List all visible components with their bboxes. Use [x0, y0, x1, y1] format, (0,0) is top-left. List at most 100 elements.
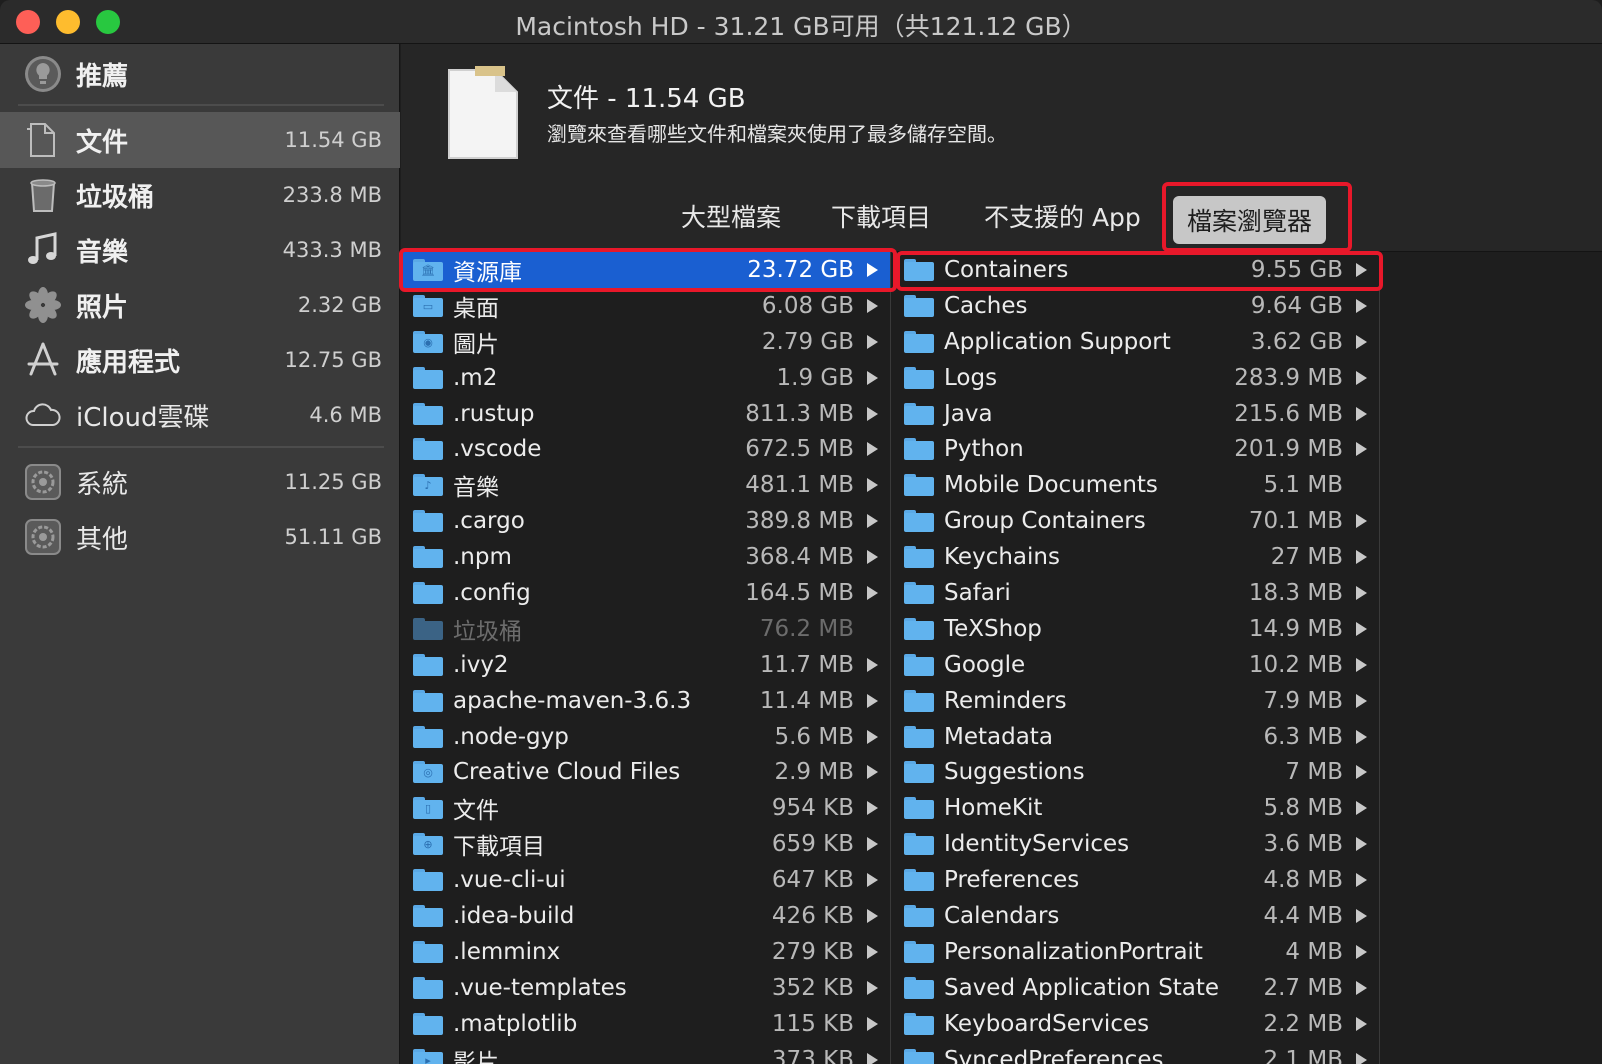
disclosure-arrow-icon[interactable] — [1356, 765, 1367, 780]
disclosure-arrow-icon[interactable] — [1356, 442, 1367, 457]
list-item[interactable]: 🏛 資源庫 23.72 GB — [401, 252, 890, 288]
list-item[interactable]: .npm 368.4 MB — [401, 539, 890, 575]
disclosure-arrow-icon[interactable] — [867, 873, 878, 888]
disclosure-arrow-icon[interactable] — [867, 334, 878, 349]
disclosure-arrow-icon[interactable] — [1356, 873, 1367, 888]
list-item[interactable]: apache-maven-3.6.3 11.4 MB — [401, 683, 890, 719]
sidebar-item-music[interactable]: 音樂 433.3 MB — [0, 222, 400, 278]
disclosure-arrow-icon[interactable] — [1356, 334, 1367, 349]
list-item[interactable]: Metadata 6.3 MB — [892, 719, 1379, 755]
list-item[interactable]: .rustup 811.3 MB — [401, 396, 890, 432]
list-item[interactable]: PersonalizationPortrait 4 MB — [892, 934, 1379, 970]
disclosure-arrow-icon[interactable] — [867, 514, 878, 529]
disclosure-arrow-icon[interactable] — [1356, 406, 1367, 421]
disclosure-arrow-icon[interactable] — [1356, 1016, 1367, 1031]
list-item[interactable]: Preferences 4.8 MB — [892, 862, 1379, 898]
list-item[interactable]: Containers 9.55 GB — [892, 252, 1379, 288]
disclosure-arrow-icon[interactable] — [867, 837, 878, 852]
disclosure-arrow-icon[interactable] — [1356, 729, 1367, 744]
disclosure-arrow-icon[interactable] — [867, 1016, 878, 1031]
disclosure-arrow-icon[interactable] — [1356, 944, 1367, 959]
disclosure-arrow-icon[interactable] — [1356, 837, 1367, 852]
list-item[interactable]: .vscode 672.5 MB — [401, 431, 890, 467]
tab-downloads[interactable]: 下載項目 — [831, 198, 931, 234]
list-item[interactable]: Mobile Documents 5.1 MB — [892, 467, 1379, 503]
list-item[interactable]: Calendars 4.4 MB — [892, 898, 1379, 934]
list-item[interactable]: ♪ 音樂 481.1 MB — [401, 467, 890, 503]
list-item[interactable]: Java 215.6 MB — [892, 396, 1379, 432]
disclosure-arrow-icon[interactable] — [867, 586, 878, 601]
list-item[interactable]: ▸ 影片 373 KB — [401, 1042, 890, 1064]
disclosure-arrow-icon[interactable] — [867, 944, 878, 959]
list-item[interactable]: .idea-build 426 KB — [401, 898, 890, 934]
list-item[interactable]: Saved Application State 2.7 MB — [892, 970, 1379, 1006]
disclosure-arrow-icon[interactable] — [1356, 550, 1367, 565]
disclosure-arrow-icon[interactable] — [867, 657, 878, 672]
list-item[interactable]: .m2 1.9 GB — [401, 360, 890, 396]
list-item[interactable]: 垃圾桶 76.2 MB — [401, 611, 890, 647]
list-item[interactable]: Caches 9.64 GB — [892, 288, 1379, 324]
list-item[interactable]: .config 164.5 MB — [401, 575, 890, 611]
sidebar-item-icloud-drive[interactable]: iCloud雲碟 4.6 MB — [0, 387, 400, 443]
tab-large-files[interactable]: 大型檔案 — [681, 198, 781, 234]
list-item[interactable]: .ivy2 11.7 MB — [401, 647, 890, 683]
list-item[interactable]: ◉ 圖片 2.79 GB — [401, 324, 890, 360]
disclosure-arrow-icon[interactable] — [867, 370, 878, 385]
list-item[interactable]: Safari 18.3 MB — [892, 575, 1379, 611]
disclosure-arrow-icon[interactable] — [867, 442, 878, 457]
file-browser-column-2[interactable]: Containers 9.55 GB Caches 9.64 GB Applicatio… — [892, 252, 1380, 1064]
disclosure-arrow-icon[interactable] — [1356, 801, 1367, 816]
list-item[interactable]: .vue-cli-ui 647 KB — [401, 862, 890, 898]
disclosure-arrow-icon[interactable] — [1356, 586, 1367, 601]
tab-unsupported-apps[interactable]: 不支援的 App — [984, 198, 1141, 234]
disclosure-arrow-icon[interactable] — [1356, 980, 1367, 995]
file-browser-column-1[interactable]: 🏛 資源庫 23.72 GB ▭ 桌面 6.08 GB ◉ 圖片 2.79 GB .m2 1.9 G… — [401, 252, 891, 1064]
disclosure-arrow-icon[interactable] — [867, 550, 878, 565]
list-item[interactable]: ◎ Creative Cloud Files 2.9 MB — [401, 754, 890, 790]
tab-file-browser[interactable]: 檔案瀏覽器 — [1173, 196, 1327, 244]
disclosure-arrow-icon[interactable] — [867, 298, 878, 313]
disclosure-arrow-icon[interactable] — [1356, 263, 1367, 277]
sidebar-item-applications[interactable]: 應用程式 12.75 GB — [0, 332, 400, 388]
disclosure-arrow-icon[interactable] — [867, 1052, 878, 1064]
sidebar-item-trash[interactable]: 垃圾桶 233.8 MB — [0, 167, 400, 223]
list-item[interactable]: .matplotlib 115 KB — [401, 1006, 890, 1042]
list-item[interactable]: Reminders 7.9 MB — [892, 683, 1379, 719]
list-item[interactable]: Logs 283.9 MB — [892, 360, 1379, 396]
list-item[interactable]: ▭ 桌面 6.08 GB — [401, 288, 890, 324]
list-item[interactable]: HomeKit 5.8 MB — [892, 790, 1379, 826]
disclosure-arrow-icon[interactable] — [1356, 370, 1367, 385]
list-item[interactable]: Application Support 3.62 GB — [892, 324, 1379, 360]
list-item[interactable]: KeyboardServices 2.2 MB — [892, 1006, 1379, 1042]
list-item[interactable]: .vue-templates 352 KB — [401, 970, 890, 1006]
disclosure-arrow-icon[interactable] — [867, 980, 878, 995]
list-item[interactable]: SyncedPreferences 2.1 MB — [892, 1042, 1379, 1064]
sidebar-item-recommendations[interactable]: 推薦 — [0, 46, 400, 102]
disclosure-arrow-icon[interactable] — [867, 263, 878, 277]
list-item[interactable]: .lemminx 279 KB — [401, 934, 890, 970]
disclosure-arrow-icon[interactable] — [1356, 693, 1367, 708]
list-item[interactable]: IdentityServices 3.6 MB — [892, 826, 1379, 862]
disclosure-arrow-icon[interactable] — [1356, 298, 1367, 313]
list-item[interactable]: ▯ 文件 954 KB — [401, 790, 890, 826]
disclosure-arrow-icon[interactable] — [867, 765, 878, 780]
sidebar-item-other[interactable]: 其他 51.11 GB — [0, 509, 400, 565]
list-item[interactable]: Google 10.2 MB — [892, 647, 1379, 683]
disclosure-arrow-icon[interactable] — [1356, 657, 1367, 672]
list-item[interactable]: Suggestions 7 MB — [892, 754, 1379, 790]
disclosure-arrow-icon[interactable] — [867, 729, 878, 744]
disclosure-arrow-icon[interactable] — [867, 478, 878, 493]
sidebar-item-documents[interactable]: 文件 11.54 GB — [0, 112, 400, 168]
list-item[interactable]: .cargo 389.8 MB — [401, 503, 890, 539]
list-item[interactable]: Group Containers 70.1 MB — [892, 503, 1379, 539]
list-item[interactable]: .node-gyp 5.6 MB — [401, 719, 890, 755]
disclosure-arrow-icon[interactable] — [867, 693, 878, 708]
disclosure-arrow-icon[interactable] — [1356, 909, 1367, 924]
list-item[interactable]: Python 201.9 MB — [892, 431, 1379, 467]
disclosure-arrow-icon[interactable] — [1356, 621, 1367, 636]
disclosure-arrow-icon[interactable] — [867, 801, 878, 816]
list-item[interactable]: ⊕ 下載項目 659 KB — [401, 826, 890, 862]
disclosure-arrow-icon[interactable] — [1356, 514, 1367, 529]
list-item[interactable]: Keychains 27 MB — [892, 539, 1379, 575]
sidebar-item-system[interactable]: 系統 11.25 GB — [0, 454, 400, 510]
